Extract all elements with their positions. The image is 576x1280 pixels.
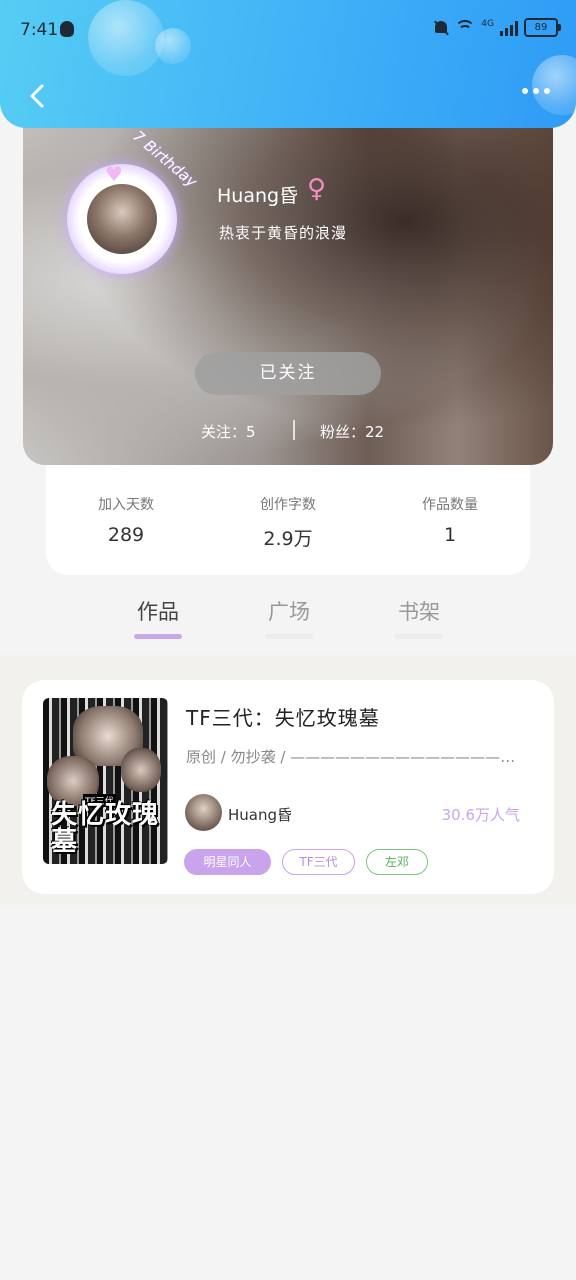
back-arrow-icon[interactable]	[24, 82, 52, 110]
tab-works[interactable]: 作品	[118, 596, 198, 626]
fans-count[interactable]: 粉丝：22	[320, 421, 384, 442]
stat-value: 289	[107, 524, 145, 546]
cover-photo	[121, 748, 161, 792]
tab-square-indicator	[265, 634, 313, 639]
qq-icon	[60, 21, 74, 37]
book-description: 原创 / 勿抄袭 / ——————————————————	[186, 748, 522, 766]
tag-pairing[interactable]: 左邓	[366, 849, 428, 875]
author-name[interactable]: Huang昏	[228, 804, 292, 825]
tab-bar: 作品 广场 书架	[0, 580, 576, 655]
avatar-photo	[87, 184, 157, 254]
more-menu-icon[interactable]	[522, 88, 550, 94]
status-time: 7:41	[20, 20, 59, 40]
tab-works-indicator	[134, 634, 182, 639]
tag-tf-gen3[interactable]: TF三代	[282, 849, 355, 875]
stat-label: 作品数量	[422, 497, 478, 513]
stat-join-days: 加入天数 289	[46, 494, 206, 546]
tab-bookshelf-indicator	[395, 634, 443, 639]
mute-bell-icon	[433, 19, 449, 37]
tab-square[interactable]: 广场	[249, 596, 329, 626]
user-bio: 热衷于黄昏的浪漫	[219, 224, 348, 242]
decor-bubble	[155, 28, 191, 64]
tag-celebrity-fanfic[interactable]: 明星同人	[184, 849, 271, 875]
divider	[293, 420, 295, 440]
book-card[interactable]: TF三代 失忆玫瑰墓 TF三代：失忆玫瑰墓 原创 / 勿抄袭 / ———————…	[22, 680, 554, 894]
wifi-icon	[455, 19, 476, 36]
network-label: 4G	[481, 18, 494, 29]
following-count[interactable]: 关注：5	[201, 421, 256, 442]
cover-title: 失忆玫瑰墓	[51, 800, 160, 857]
author-avatar[interactable]	[185, 794, 222, 831]
decor-bubble	[532, 55, 576, 115]
user-name: Huang昏	[217, 185, 299, 207]
book-title[interactable]: TF三代：失忆玫瑰墓	[186, 702, 380, 731]
decor-bubble	[88, 0, 164, 76]
profile-card: ♥ 7 Birthday Huang昏 ♀ 热衷于黄昏的浪漫 已关注 关注：5 …	[23, 92, 553, 465]
heart-icon: ♥	[105, 162, 123, 186]
book-cover[interactable]: TF三代 失忆玫瑰墓	[43, 698, 168, 864]
tab-bookshelf[interactable]: 书架	[379, 596, 459, 626]
stat-label: 加入天数	[98, 497, 154, 513]
female-icon: ♀	[307, 174, 327, 204]
signal-icon	[500, 20, 518, 36]
top-header: 7:41 4G 89	[0, 0, 576, 128]
popularity-count: 30.6万人气	[441, 806, 520, 824]
stat-value: 1	[443, 524, 457, 546]
stat-label: 创作字数	[260, 497, 316, 513]
stat-value: 2.9万	[263, 528, 313, 550]
battery-icon: 89	[524, 18, 561, 37]
stats-card: 加入天数 289 创作字数 2.9万 作品数量 1	[46, 464, 530, 575]
status-icons: 4G 89	[433, 18, 561, 37]
stat-work-count: 作品数量 1	[370, 494, 530, 546]
stat-word-count: 创作字数 2.9万	[208, 494, 368, 551]
follow-button[interactable]: 已关注	[195, 352, 381, 395]
